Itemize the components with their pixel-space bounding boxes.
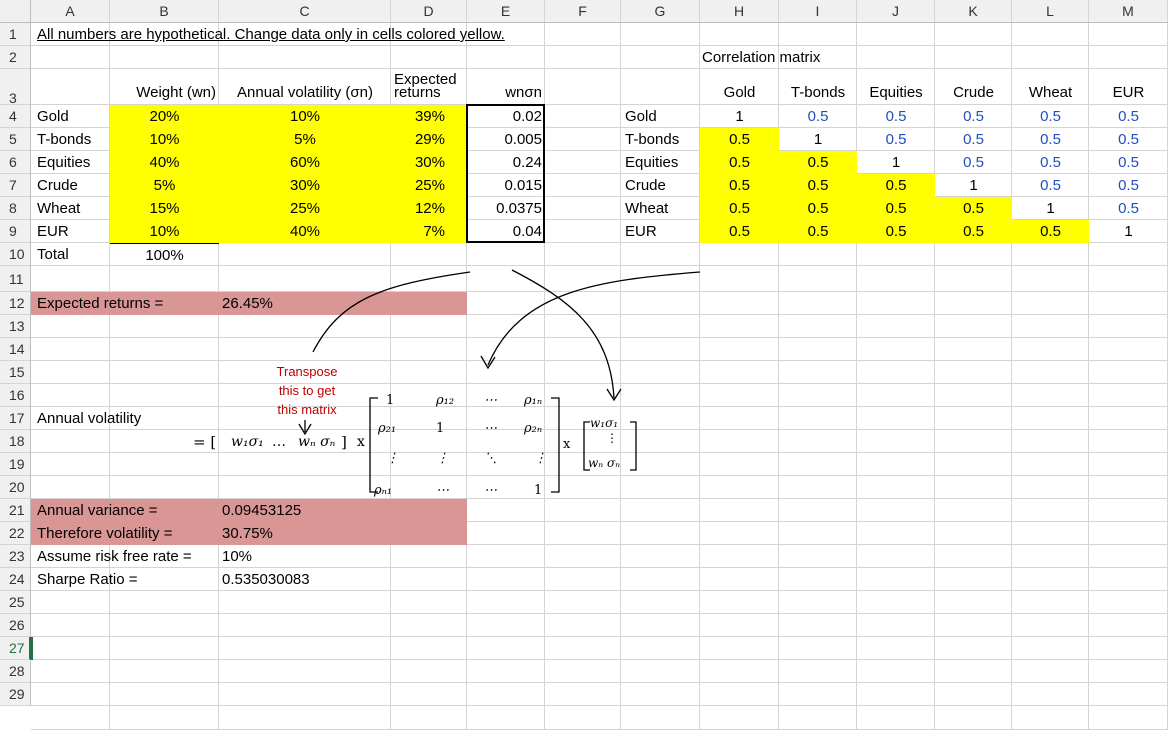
arrow-curve [511,269,615,399]
arrow-curve [487,271,701,366]
spreadsheet: A B C D E F G H I J K L M 1 2 3 4 5 6 7 8 9 10 11 12 13 14 15 16 17 18… [0,0,1168,730]
matrix-bracket [551,397,560,493]
matrix-bracket [369,397,378,493]
arrow-curve [312,271,471,353]
annotation-overlay [298,269,701,493]
arrowhead [480,355,496,370]
vector-bracket [630,421,637,471]
vector-bracket [583,421,590,471]
